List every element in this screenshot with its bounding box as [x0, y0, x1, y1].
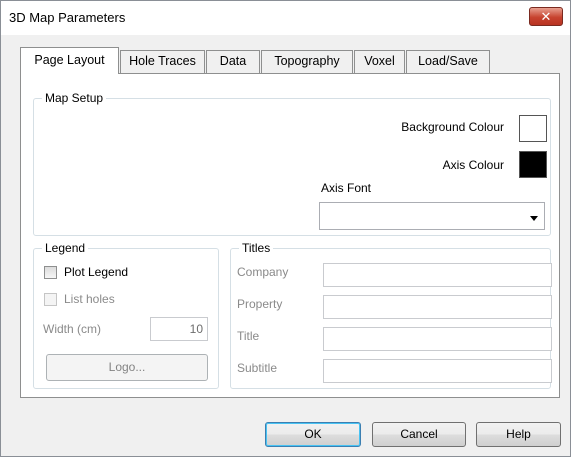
title-input[interactable]: [324, 328, 551, 350]
width-label: Width (cm): [43, 322, 101, 336]
axis-font-dropdown[interactable]: [319, 202, 545, 230]
property-input[interactable]: [324, 296, 551, 318]
property-label: Property: [237, 297, 283, 311]
plot-legend-label[interactable]: Plot Legend: [64, 265, 128, 279]
chevron-down-icon: [530, 216, 538, 221]
subtitle-field[interactable]: [323, 359, 552, 383]
title-field[interactable]: [323, 327, 552, 351]
legend-label: Legend: [42, 241, 89, 255]
page-layout-panel: Map Setup Background Colour Axis Colour …: [20, 73, 560, 398]
title-label: Title: [237, 329, 260, 343]
map-setup-label: Map Setup: [42, 91, 107, 105]
help-button[interactable]: Help: [476, 422, 561, 447]
map-setup-group: Map Setup Background Colour Axis Colour …: [33, 91, 551, 236]
plot-legend-checkbox[interactable]: [44, 266, 57, 279]
background-colour-swatch[interactable]: [519, 115, 547, 142]
axis-colour-label: Axis Colour: [442, 158, 504, 172]
tab-page-layout[interactable]: Page Layout: [20, 47, 119, 74]
property-field[interactable]: [323, 295, 552, 319]
width-field[interactable]: [150, 317, 208, 341]
background-colour-label: Background Colour: [401, 120, 504, 134]
dialog-window: 3D Map Parameters ✕ Page Layout Hole Tra…: [0, 0, 571, 457]
legend-group: Legend Plot Legend List holes Width (cm)…: [33, 241, 219, 389]
close-button[interactable]: ✕: [529, 7, 563, 26]
company-field[interactable]: [323, 263, 552, 287]
ok-button[interactable]: OK: [265, 422, 361, 447]
tab-voxel[interactable]: Voxel: [354, 50, 405, 73]
axis-font-label: Axis Font: [321, 181, 372, 195]
close-icon: ✕: [540, 9, 552, 24]
tab-hole-traces[interactable]: Hole Traces: [120, 50, 205, 73]
tab-data[interactable]: Data: [206, 50, 260, 73]
width-input[interactable]: [151, 318, 207, 340]
cancel-button[interactable]: Cancel: [372, 422, 466, 447]
tab-load-save[interactable]: Load/Save: [406, 50, 490, 73]
tab-topography[interactable]: Topography: [261, 50, 353, 73]
window-title: 3D Map Parameters: [9, 10, 126, 25]
company-label: Company: [237, 265, 289, 279]
logo-button[interactable]: Logo...: [46, 354, 208, 381]
list-holes-checkbox[interactable]: [44, 293, 57, 306]
axis-colour-swatch[interactable]: [519, 151, 547, 178]
list-holes-label[interactable]: List holes: [64, 292, 115, 306]
company-input[interactable]: [324, 264, 551, 286]
titles-group: Titles Company Property Title Subtitle: [230, 241, 552, 389]
titles-label: Titles: [239, 241, 274, 255]
subtitle-input[interactable]: [324, 360, 551, 382]
title-bar[interactable]: 3D Map Parameters ✕: [1, 1, 570, 35]
subtitle-label: Subtitle: [237, 361, 278, 375]
